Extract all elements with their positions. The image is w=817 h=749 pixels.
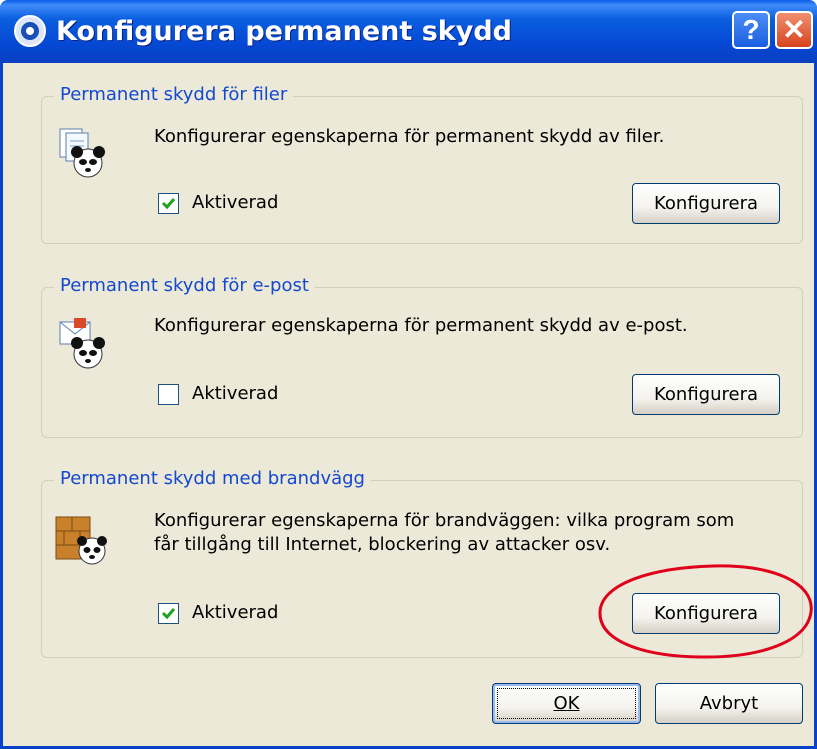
ok-button-label: OK: [553, 693, 580, 714]
enabled-checkbox[interactable]: [158, 193, 179, 214]
window-title: Konfigurera permanent skydd: [56, 16, 512, 47]
cancel-button-label: Avbryt: [699, 693, 759, 714]
gear-icon: [14, 15, 46, 47]
group-legend: Permanent skydd med brandvägg: [54, 467, 371, 491]
enabled-checkbox[interactable]: [158, 384, 179, 405]
group-legend: Permanent skydd för e-post: [54, 274, 315, 298]
title-bar[interactable]: Konfigurera permanent skydd ? ✕: [0, 0, 817, 63]
group-email-protection: Permanent skydd för e-post Konfigurerar …: [41, 274, 803, 438]
checkmark-icon: [161, 608, 176, 620]
cancel-button[interactable]: Avbryt: [655, 683, 803, 724]
group-description: Konfigurerar egenskaperna för permanent …: [154, 314, 794, 338]
group-file-protection: Permanent skydd för filer Konfigurerar e…: [41, 83, 803, 244]
description-line: Konfigurerar egenskaperna för permanent …: [154, 315, 688, 336]
group-description: Konfigurerar egenskaperna för brandvägge…: [154, 509, 794, 557]
configure-button[interactable]: Konfigurera: [632, 593, 780, 634]
configure-button[interactable]: Konfigurera: [632, 374, 780, 415]
enabled-checkbox[interactable]: [158, 603, 179, 624]
checkbox-label: Aktiverad: [192, 383, 279, 404]
checkbox-label: Aktiverad: [192, 192, 279, 213]
ok-button[interactable]: OK: [492, 683, 641, 724]
description-line: får tillgång till Internet, blockering a…: [154, 534, 611, 555]
firewall-panda-icon: [55, 516, 107, 565]
configure-button[interactable]: Konfigurera: [632, 183, 780, 224]
group-legend: Permanent skydd för filer: [54, 83, 294, 107]
email-panda-icon: [59, 318, 105, 369]
dialog-window: Konfigurera permanent skydd ? ✕ Permanen…: [0, 0, 817, 749]
description-line: Konfigurerar egenskaperna för permanent …: [154, 126, 665, 147]
description-line: Konfigurerar egenskaperna för brandvägge…: [154, 510, 735, 531]
file-panda-icon: [59, 128, 105, 178]
group-firewall-protection: Permanent skydd med brandvägg Konfigurer…: [41, 467, 803, 658]
checkbox-label: Aktiverad: [192, 602, 279, 623]
close-button[interactable]: ✕: [775, 11, 813, 49]
help-button[interactable]: ?: [732, 11, 770, 49]
checkmark-icon: [161, 198, 176, 210]
group-description: Konfigurerar egenskaperna för permanent …: [154, 125, 794, 149]
